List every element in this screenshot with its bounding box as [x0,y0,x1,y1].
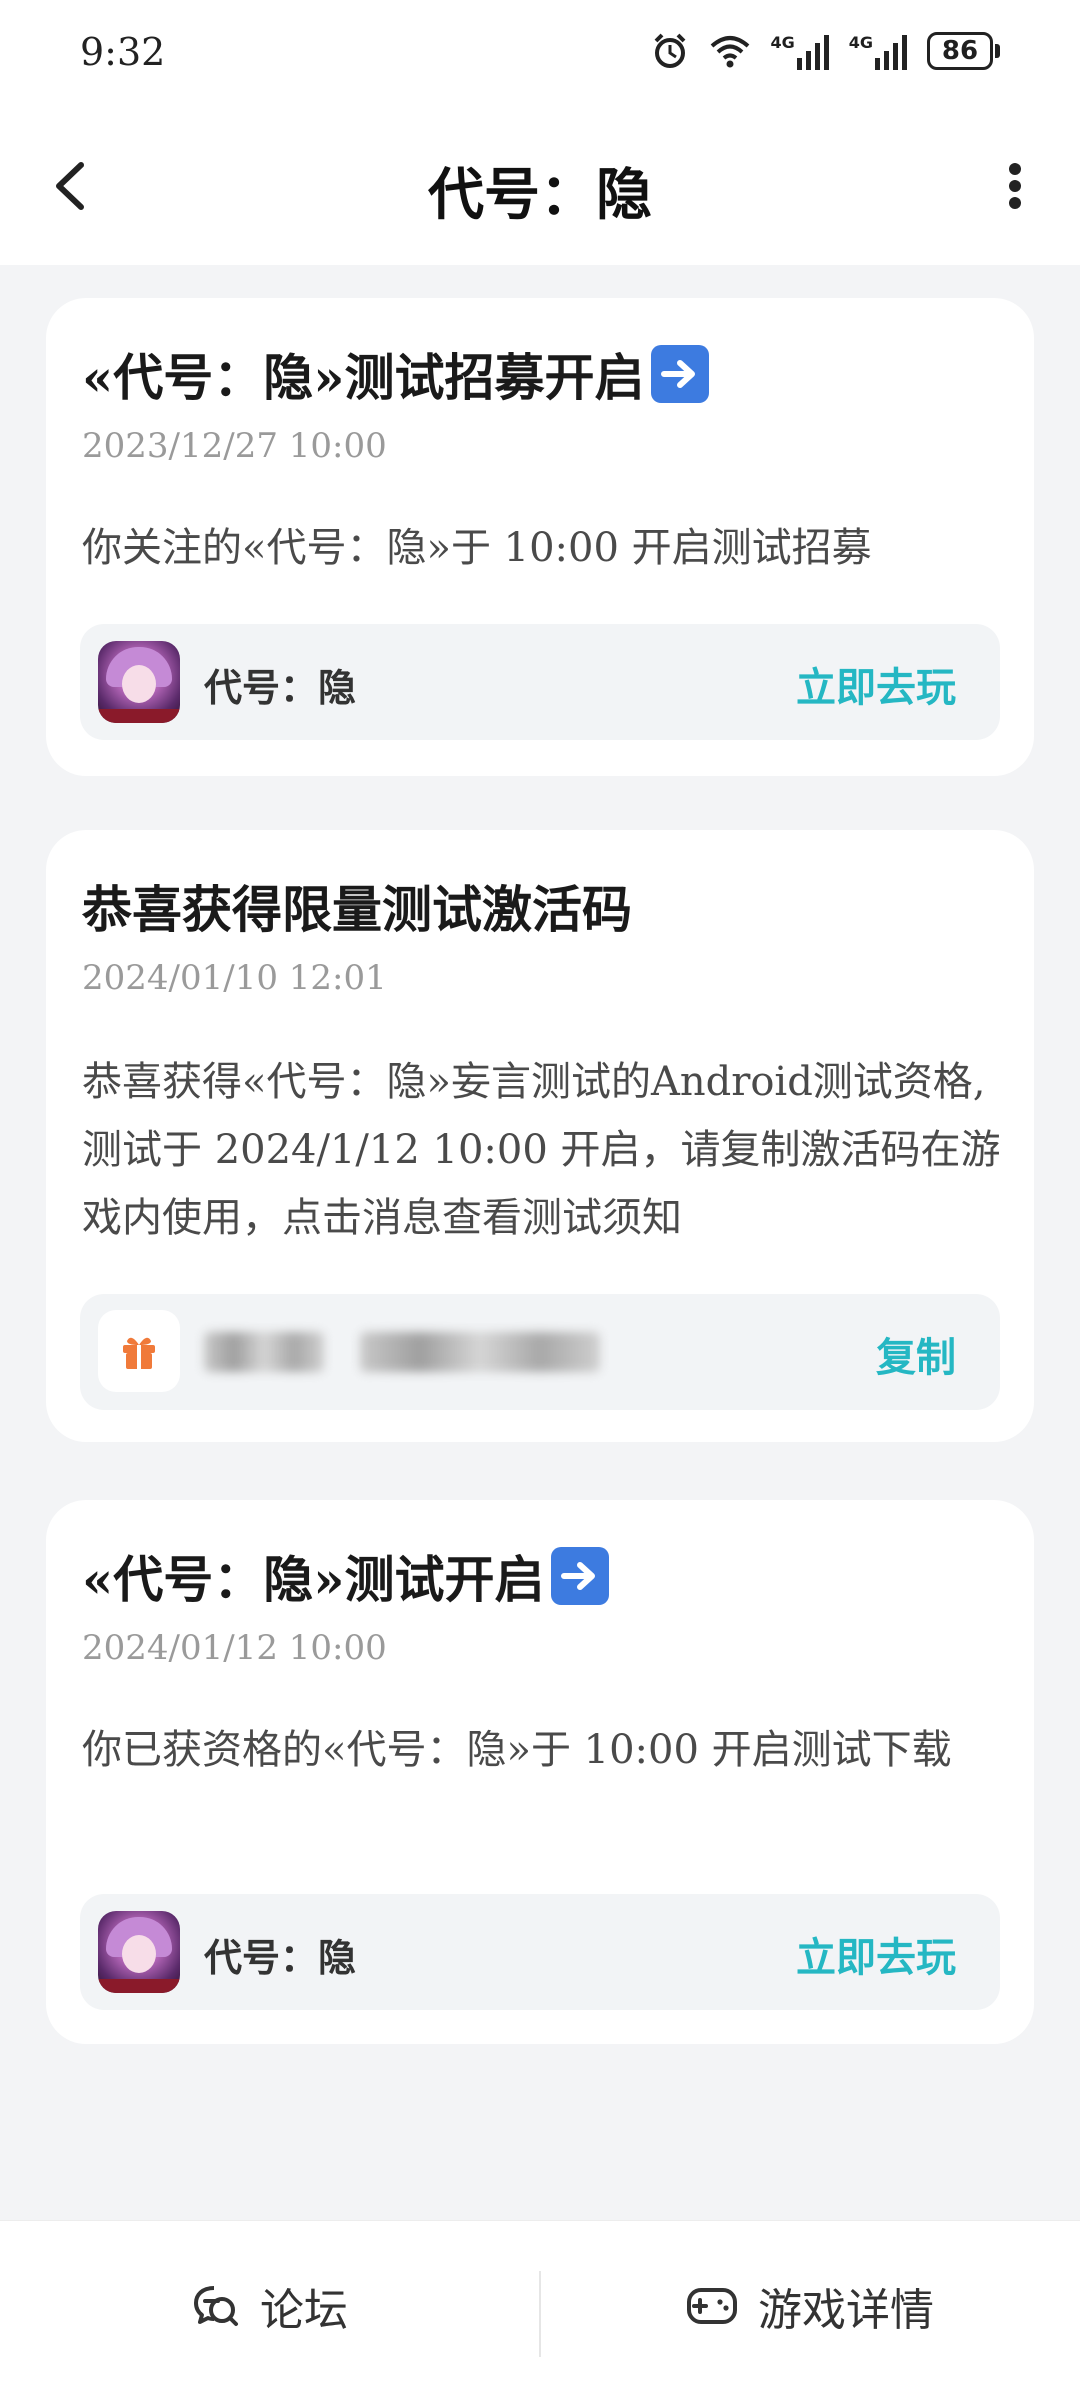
activation-code-redacted [204,1332,324,1372]
game-name: 代号：隐 [204,1935,357,1980]
game-name: 代号：隐 [204,665,357,710]
card-body: 你已获资格的«代号：隐»于 10:00 开启测试下载 [82,1727,952,1773]
game-avatar [98,1911,180,1993]
card-title: 恭喜获得限量测试激活码 [82,880,632,939]
message-card[interactable]: 恭喜获得限量测试激活码 2024/01/10 12:01 恭喜获得«代号：隐»妄… [46,830,1034,1442]
signal-icon-2: 4G [849,33,909,70]
card-title-text: «代号：隐»测试开启 [82,1550,545,1609]
status-time: 9:32 [80,30,166,74]
bottom-bar: 论坛 游戏详情 [0,2220,1080,2390]
card-date: 2023/12/27 10:00 [82,426,387,466]
more-vertical-icon [1009,163,1021,209]
card-date: 2024/01/10 12:01 [82,958,387,998]
status-icons: 4G 4G 86 [650,28,1000,74]
signal-icon-1: 4G [770,33,830,70]
network-label-1: 4G [770,32,795,52]
activation-code-row[interactable]: 复制 [80,1294,1000,1410]
card-title: «代号：隐»测试开启 [82,1540,609,1612]
game-row[interactable]: 代号：隐 立即去玩 [80,624,1000,740]
play-now-button[interactable]: 立即去玩 [796,655,956,713]
copy-button[interactable]: 复制 [876,1325,956,1383]
message-card[interactable]: «代号：隐»测试招募开启 2023/12/27 10:00 你关注的«代号：隐»… [46,298,1034,776]
card-title-text: «代号：隐»测试招募开启 [82,348,645,407]
battery-icon: 86 [927,32,1000,70]
battery-level: 86 [927,32,993,70]
card-date: 2024/01/12 10:00 [82,1628,387,1668]
network-label-2: 4G [848,32,873,52]
more-button[interactable] [990,153,1040,219]
activation-code-redacted [360,1332,600,1372]
play-now-button[interactable]: 立即去玩 [796,1925,956,1983]
arrow-right-icon [550,1547,609,1605]
card-title: «代号：隐»测试招募开启 [82,338,709,410]
forum-label: 论坛 [260,2285,348,2336]
forum-tab[interactable]: 论坛 [0,2221,540,2390]
game-avatar [98,641,180,723]
status-bar: 9:32 4G 4G 86 [0,0,1080,108]
game-row[interactable]: 代号：隐 立即去玩 [80,1894,1000,2010]
card-body: 你关注的«代号：隐»于 10:00 开启测试招募 [82,525,872,571]
gift-icon [98,1310,180,1392]
gamepad-icon [687,2288,737,2324]
forum-icon [194,2286,238,2326]
page-title: 代号：隐 [428,162,652,228]
arrow-right-icon [650,345,709,403]
card-body: 恭喜获得«代号：隐»妄言测试的Android测试资格,测试于 2024/1/12… [82,1059,1001,1241]
header: 代号：隐 [0,108,1080,265]
game-details-tab[interactable]: 游戏详情 [540,2221,1080,2390]
game-details-label: 游戏详情 [758,2285,934,2336]
message-card[interactable]: «代号：隐»测试开启 2024/01/12 10:00 你已获资格的«代号：隐»… [46,1500,1034,2044]
wifi-icon [708,32,752,70]
alarm-icon [650,31,690,71]
